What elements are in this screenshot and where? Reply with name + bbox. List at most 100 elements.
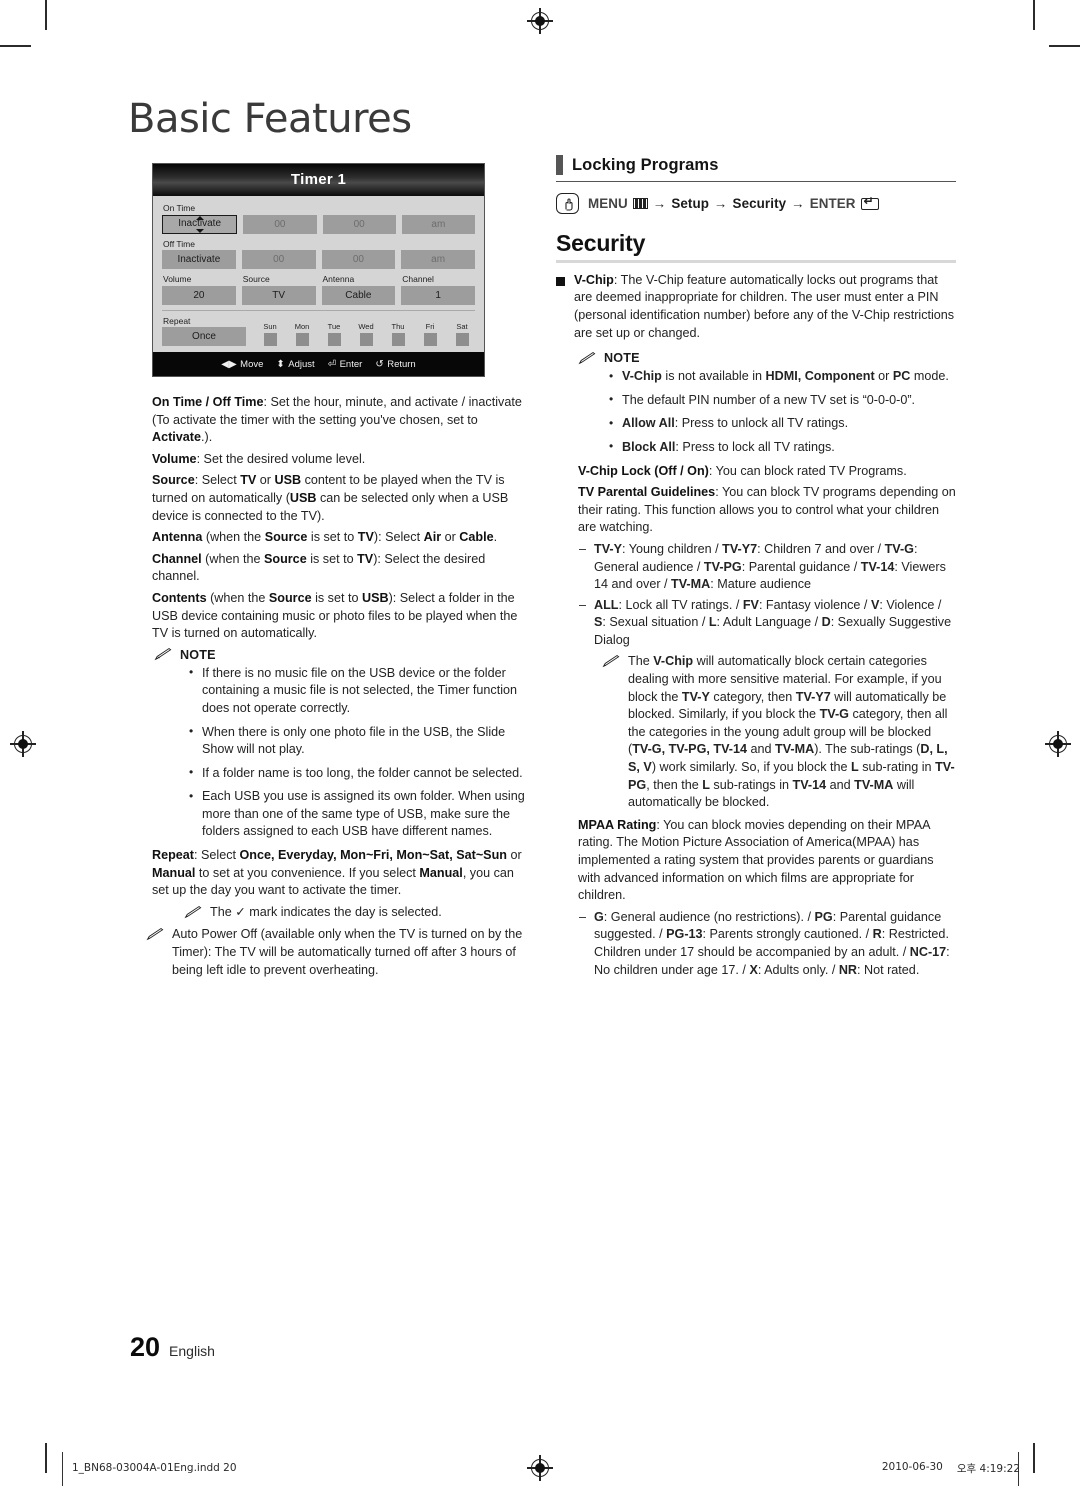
list-item: If a folder name is too long, the folder… (186, 764, 534, 783)
para-repeat: Repeat: Select Once, Everyday, Mon~Fri, … (152, 848, 522, 898)
pencil-icon (602, 655, 620, 668)
osd-channel-value[interactable]: 1 (401, 285, 475, 305)
note-label: NOTE (604, 351, 640, 366)
osd-repeat-value[interactable]: Once (162, 327, 246, 346)
print-time: 오후 4:19:22 (956, 1462, 1020, 1475)
menu-bars-icon (632, 198, 648, 210)
para-source: Source: Select TV or USB content to be p… (152, 473, 509, 523)
osd-antenna-value[interactable]: Cable (321, 285, 396, 305)
osd-label-antenna: Antenna (322, 274, 355, 284)
para-channel: Channel (when the Source is set to TV): … (152, 551, 486, 584)
osd-on-time-meridiem[interactable]: am (401, 214, 475, 234)
note-header-vchip: NOTE (578, 351, 956, 365)
para-parental-guidelines: TV Parental Guidelines: You can block TV… (578, 485, 956, 535)
heading-locking-programs: Locking Programs (556, 155, 956, 175)
crop-mark-bottom-left-v (45, 1443, 47, 1473)
osd-source-value[interactable]: TV (241, 285, 316, 305)
arrow-icon: → (714, 196, 728, 212)
day-label: Sat (456, 322, 468, 331)
pencil-icon (184, 905, 202, 919)
osd-on-time-row: Inactivate 00 00 am (162, 214, 475, 234)
heading-security: Security (556, 230, 646, 257)
crop-mark-top-left-v (45, 0, 47, 30)
finger-press-icon (556, 193, 579, 215)
day-checkbox[interactable] (455, 333, 469, 346)
osd-key-guide: ◀▶ Move ⬍ Adjust ⏎ Enter ↺ Return (153, 352, 484, 376)
list-item: Allow All: Press to unlock all TV rating… (606, 415, 956, 433)
osd-key-move: ◀▶ Move (221, 359, 263, 370)
print-file-name: 1_BN68-03004A-01Eng.indd 20 (72, 1462, 237, 1474)
osd-off-time-hour[interactable]: 00 (241, 250, 316, 269)
osd-key-adjust: ⬍ Adjust (276, 359, 314, 370)
day-label: Tue (327, 322, 341, 331)
note-auto-power-off: Auto Power Off (available only when the … (146, 926, 534, 979)
osd-on-time-state[interactable]: Inactivate (162, 214, 238, 234)
vchip-notes-list: V-Chip is not available in HDMI, Compone… (606, 368, 956, 456)
enter-key-icon (860, 194, 879, 210)
print-date: 2010-06-30 (881, 1460, 943, 1473)
osd-day-wed[interactable]: Wed (355, 322, 377, 346)
list-item: When there is only one photo file in the… (186, 723, 534, 759)
day-label: Sun (263, 322, 277, 331)
day-label: Fri (425, 322, 435, 331)
osd-day-mon[interactable]: Mon (291, 322, 313, 346)
osd-key-enter-label: Enter (339, 358, 363, 370)
menu-step-security: Security (732, 196, 787, 212)
note-autoblock: The V-Chip will automatically block cert… (602, 653, 956, 811)
pencil-icon (154, 648, 172, 661)
osd-key-enter: ⏎ Enter (328, 359, 363, 370)
osd-off-time-meridiem[interactable]: am (401, 250, 475, 269)
osd-key-return: ↺ Return (375, 359, 415, 370)
page-language: English (169, 1343, 215, 1359)
ratings-dash-list: TV-Y: Young children / TV-Y7: Children 7… (578, 541, 956, 650)
enter-label: ENTER (809, 196, 856, 212)
arrow-icon: → (791, 196, 805, 212)
day-checkbox[interactable] (359, 333, 373, 346)
list-item: G: General audience (no restrictions). /… (578, 909, 956, 979)
osd-on-time-minute[interactable]: 00 (322, 214, 396, 234)
osd-label-off-time: Off Time (163, 238, 195, 249)
square-bullet-icon (556, 276, 565, 286)
para-vchip: V-Chip: The V-Chip feature automatically… (574, 272, 955, 340)
day-checkbox[interactable] (263, 333, 277, 346)
osd-day-sun[interactable]: Sun (259, 322, 281, 346)
osd-off-time-minute[interactable]: 00 (321, 250, 396, 269)
day-checkbox[interactable] (295, 333, 309, 346)
registration-mark-right (1045, 731, 1071, 757)
list-item: Each USB you use is assigned its own fol… (186, 788, 534, 841)
menu-label: MENU (588, 196, 628, 212)
day-checkbox[interactable] (327, 333, 341, 346)
osd-day-tue[interactable]: Tue (323, 322, 345, 346)
osd-day-fri[interactable]: Fri (419, 322, 441, 346)
day-checkbox[interactable] (391, 333, 405, 346)
osd-volume-value[interactable]: 20 (162, 285, 236, 305)
osd-off-time-state[interactable]: Inactivate (162, 250, 236, 269)
usb-notes-list: If there is no music file on the USB dev… (186, 664, 534, 841)
osd-day-sat[interactable]: Sat (451, 322, 473, 346)
osd-on-time-hour[interactable]: 00 (243, 214, 317, 234)
note-autoblock-text: The V-Chip will automatically block cert… (628, 654, 955, 810)
list-item: If there is no music file on the USB dev… (186, 664, 534, 718)
print-info-bar: 1_BN68-03004A-01Eng.indd 20 2010-06-30 오… (62, 1455, 1020, 1481)
registration-mark-top (527, 8, 553, 34)
crop-mark-top-right-h (1049, 45, 1080, 47)
page-footer: 20 English (130, 1332, 215, 1363)
para-contents: Contents (when the Source is set to USB)… (152, 590, 518, 641)
left-right-arrows-icon: ◀▶ (221, 358, 237, 370)
right-column: Locking Programs MENU → Setup → Security… (556, 155, 956, 983)
print-timestamp: 2010-06-30 오후 4:19:22 (882, 1461, 1020, 1476)
osd-title: Timer 1 (153, 164, 484, 196)
menu-step-setup: Setup (671, 196, 710, 212)
crop-mark-top-right-v (1033, 0, 1035, 30)
note-checkmark: The ✓ mark indicates the day is selected… (184, 904, 534, 922)
left-column: Timer 1 On Time Inactivate 00 00 am Off … (146, 163, 534, 984)
osd-day-thu[interactable]: Thu (387, 322, 409, 346)
day-checkbox[interactable] (423, 333, 437, 346)
osd-key-move-label: Move (240, 358, 264, 370)
note-auto-power-off-text: Auto Power Off (available only when the … (172, 927, 523, 977)
osd-key-adjust-label: Adjust (288, 358, 315, 370)
note-header-usb: NOTE (154, 648, 534, 662)
return-arrow-icon: ↺ (375, 358, 384, 370)
osd-label-channel: Channel (402, 274, 434, 284)
heading-accent-bar (556, 155, 563, 175)
